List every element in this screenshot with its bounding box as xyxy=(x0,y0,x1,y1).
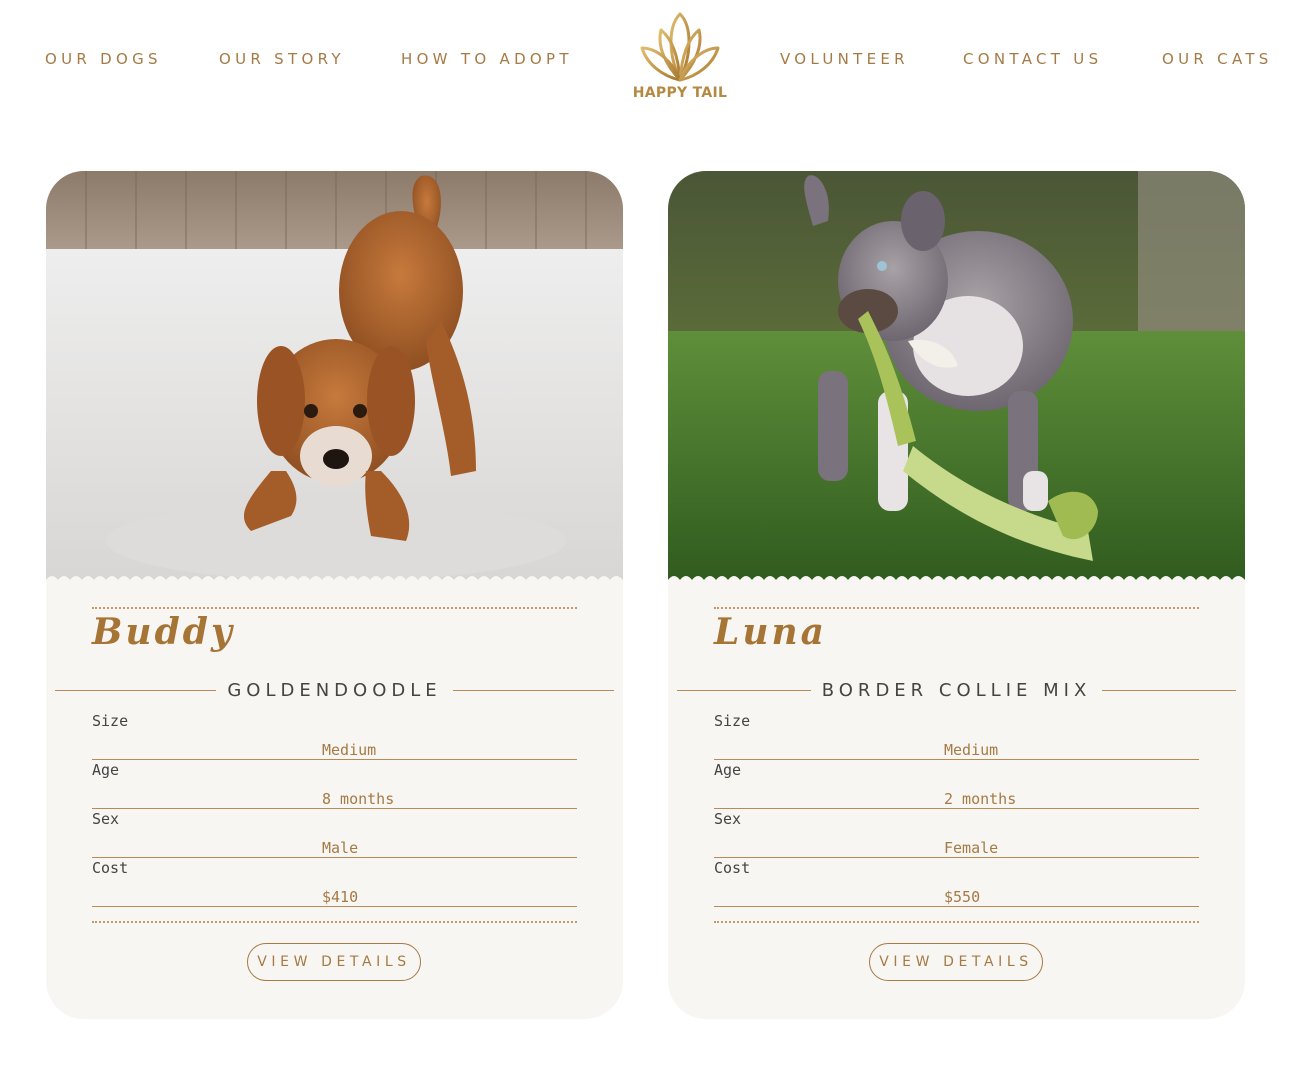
spec-label: Size xyxy=(92,712,129,730)
spec-row-sex: Sex Male xyxy=(92,810,577,858)
spec-row-sex: Sex Female xyxy=(714,810,1199,858)
dog-breed: BORDER COLLIE MIX xyxy=(821,679,1092,701)
spec-label: Sex xyxy=(714,810,742,828)
spec-label: Cost xyxy=(714,859,751,877)
spec-value: Male xyxy=(322,839,359,857)
dog-name: Buddy xyxy=(92,611,235,653)
dog-name: Luna xyxy=(714,611,827,653)
nav-our-dogs[interactable]: OUR DOGS xyxy=(45,50,162,68)
nav-how-to-adopt[interactable]: HOW TO ADOPT xyxy=(401,50,573,68)
spec-label: Cost xyxy=(92,859,129,877)
lotus-icon xyxy=(640,12,720,82)
view-details-button[interactable]: VIEW DETAILS xyxy=(869,943,1043,981)
ticket-edge xyxy=(668,576,1245,588)
border-collie-photo xyxy=(668,171,1245,587)
breed-rule-right xyxy=(452,689,614,691)
breed-rule-left xyxy=(677,689,811,691)
spec-label: Sex xyxy=(92,810,120,828)
logo-text: HAPPY TAIL xyxy=(632,85,728,101)
spec-label: Size xyxy=(714,712,751,730)
spec-value: Medium xyxy=(322,741,377,759)
nav-volunteer[interactable]: VOLUNTEER xyxy=(780,50,909,68)
happy-tail-logo[interactable]: HAPPY TAIL xyxy=(628,10,732,106)
nav-our-story[interactable]: OUR STORY xyxy=(219,50,345,68)
dotted-divider xyxy=(714,921,1199,923)
spec-value: $410 xyxy=(322,888,359,906)
spec-label: Age xyxy=(714,761,742,779)
dog-photo xyxy=(668,171,1245,588)
spec-label: Age xyxy=(92,761,120,779)
spec-row-size: Size Medium xyxy=(92,712,577,760)
breed-row: BORDER COLLIE MIX xyxy=(677,675,1237,705)
spec-row-size: Size Medium xyxy=(714,712,1199,760)
spec-row-age: Age 8 months xyxy=(92,761,577,809)
view-details-button[interactable]: VIEW DETAILS xyxy=(247,943,421,981)
breed-rule-right xyxy=(1102,689,1237,691)
dotted-divider xyxy=(92,921,577,923)
dotted-divider xyxy=(714,607,1199,609)
spec-value: $550 xyxy=(944,888,981,906)
dog-photo xyxy=(46,171,623,588)
spec-value: 2 months xyxy=(944,790,1017,808)
spec-value: Female xyxy=(944,839,999,857)
dog-breed: GOLDENDOODLE xyxy=(227,679,442,701)
nav-contact-us[interactable]: CONTACT US xyxy=(963,50,1102,68)
nav-our-cats[interactable]: OUR CATS xyxy=(1162,50,1273,68)
spec-row-cost: Cost $550 xyxy=(714,859,1199,907)
spec-row-cost: Cost $410 xyxy=(92,859,577,907)
spec-value: 8 months xyxy=(322,790,395,808)
breed-rule-left xyxy=(55,689,217,691)
dotted-divider xyxy=(92,607,577,609)
breed-row: GOLDENDOODLE xyxy=(55,675,614,705)
dog-card-luna: Luna BORDER COLLIE MIX Size Medium Age 2… xyxy=(668,171,1245,1019)
spec-row-age: Age 2 months xyxy=(714,761,1199,809)
dog-card-buddy: Buddy GOLDENDOODLE Size Medium Age 8 mon… xyxy=(46,171,623,1019)
ticket-edge xyxy=(46,576,623,588)
goldendoodle-photo xyxy=(46,171,623,587)
spec-value: Medium xyxy=(944,741,999,759)
